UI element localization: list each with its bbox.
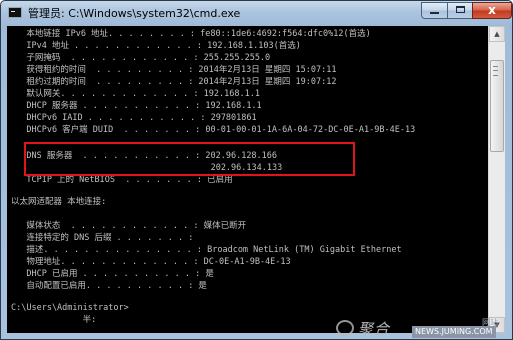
cmd-console-icon[interactable] [8,7,22,18]
console-line: 连接特定的 DNS 后缀 . . . . . . . : [11,233,194,243]
title-bar[interactable]: 管理员: C:\Windows\system32\cmd.exe x [1,1,512,26]
console-line: DHCP 服务器 . . . . . . . . . . . : 192.168… [11,101,262,111]
watermark-logo-text: 聚合 [358,320,391,338]
dns-highlight-box [24,142,355,176]
console-line: 获得租约的时间 . . . . . . . . . : 2014年2月13日 星… [11,65,337,75]
console-line: 子网掩码 . . . . . . . . . . . . : 255.255.2… [11,53,271,63]
minimize-icon [430,12,439,14]
console-output[interactable]: 本地链接 IPv6 地址. . . . . . . . : fe80::1de6… [7,26,488,333]
console-line: DHCPv6 IAID . . . . . . . . . . . : 2978… [11,113,257,123]
vertical-scrollbar[interactable]: ▲ ▼ [488,26,505,333]
console-line: 租约过期的时间 . . . . . . . . . : 2014年2月13日 星… [11,77,337,87]
adapter-heading: 以太网适配器 本地连接: [11,197,107,207]
grip-icon [493,66,498,76]
maximize-icon [455,6,465,13]
console-line: 物理地址. . . . . . . . . . . . . : DC-0E-A1… [11,257,291,267]
close-button[interactable]: x [472,2,512,19]
watermark-logo-icon [336,320,354,336]
watermark-label: 网站 [482,318,498,327]
console-line: DHCPv6 客户端 DUID . . . . . . . : 00-01-00… [11,125,416,135]
console-line: DHCP 已启用 . . . . . . . . . . . : 是 [11,269,214,279]
cmd-window: 管理员: C:\Windows\system32\cmd.exe x 本地链接 … [0,0,513,340]
console-line: 描述. . . . . . . . . . . . . . . : Broadc… [11,245,402,255]
maximize-button[interactable] [447,2,473,19]
console-line: 默认网关. . . . . . . . . . . . . : 192.168.… [11,89,260,99]
scroll-up-button[interactable]: ▲ [489,26,505,42]
console-line: 媒体状态 . . . . . . . . . . . . : 媒体已断开 [11,221,247,231]
minimize-button[interactable] [421,2,448,19]
console-line: IPv4 地址 . . . . . . . . . . . . : 192.16… [11,41,301,51]
console-line: 自动配置已启用. . . . . . . . . . : 是 [11,281,207,291]
watermark: 聚合 NEWS.JUMING.COM 网站 [336,318,512,339]
console-line: 本地链接 IPv6 地址. . . . . . . . : fe80::1de6… [11,29,371,39]
command-prompt[interactable]: C:\Users\Administrator> [11,302,129,314]
window-title: 管理员: C:\Windows\system32\cmd.exe [28,7,241,20]
ime-indicator: 半: [11,315,97,325]
